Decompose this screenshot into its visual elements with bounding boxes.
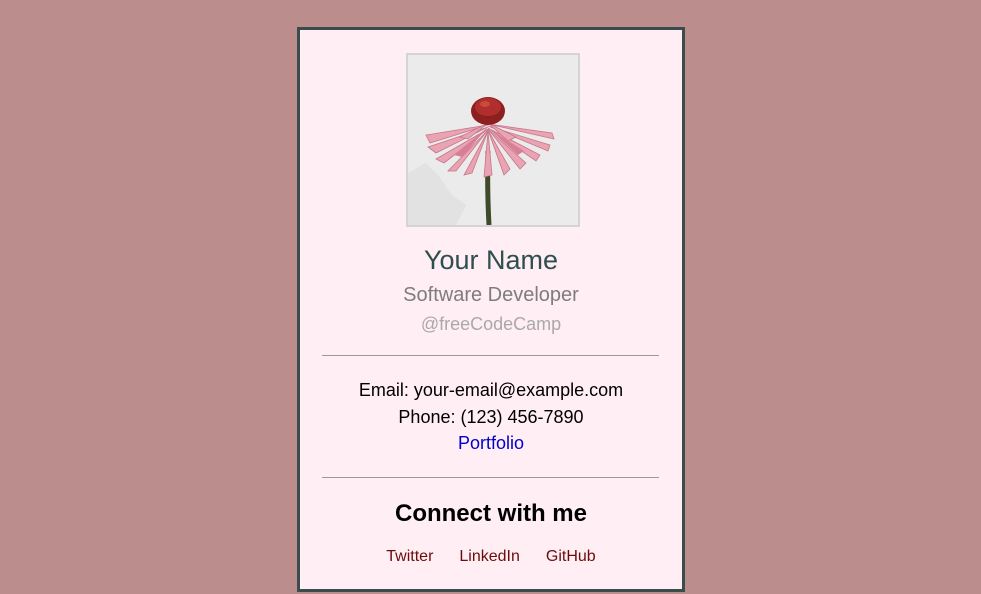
contact-phone: Phone: (123) 456-7890: [398, 407, 584, 427]
contact-email: Email: your-email@example.com: [358, 380, 624, 400]
portfolio-link[interactable]: Portfolio: [458, 433, 524, 453]
profile-title: Software Developer: [403, 284, 579, 306]
linkedin-link[interactable]: LinkedIn: [459, 548, 520, 566]
github-link[interactable]: GitHub: [546, 548, 596, 566]
social-links: Twitter LinkedIn GitHub: [300, 548, 682, 566]
portfolio-row: Portfolio: [300, 433, 682, 454]
divider: [322, 477, 659, 478]
divider: [322, 355, 659, 356]
profile-card: Your Name Software Developer @freeCodeCa…: [297, 27, 685, 592]
connect-heading: Connect with me: [394, 500, 587, 527]
profile-name: Your Name: [423, 245, 559, 275]
coneflower-image: [408, 55, 578, 225]
profile-photo: [406, 53, 580, 227]
profile-handle: @freeCodeCamp: [420, 314, 562, 334]
twitter-link[interactable]: Twitter: [386, 548, 433, 566]
